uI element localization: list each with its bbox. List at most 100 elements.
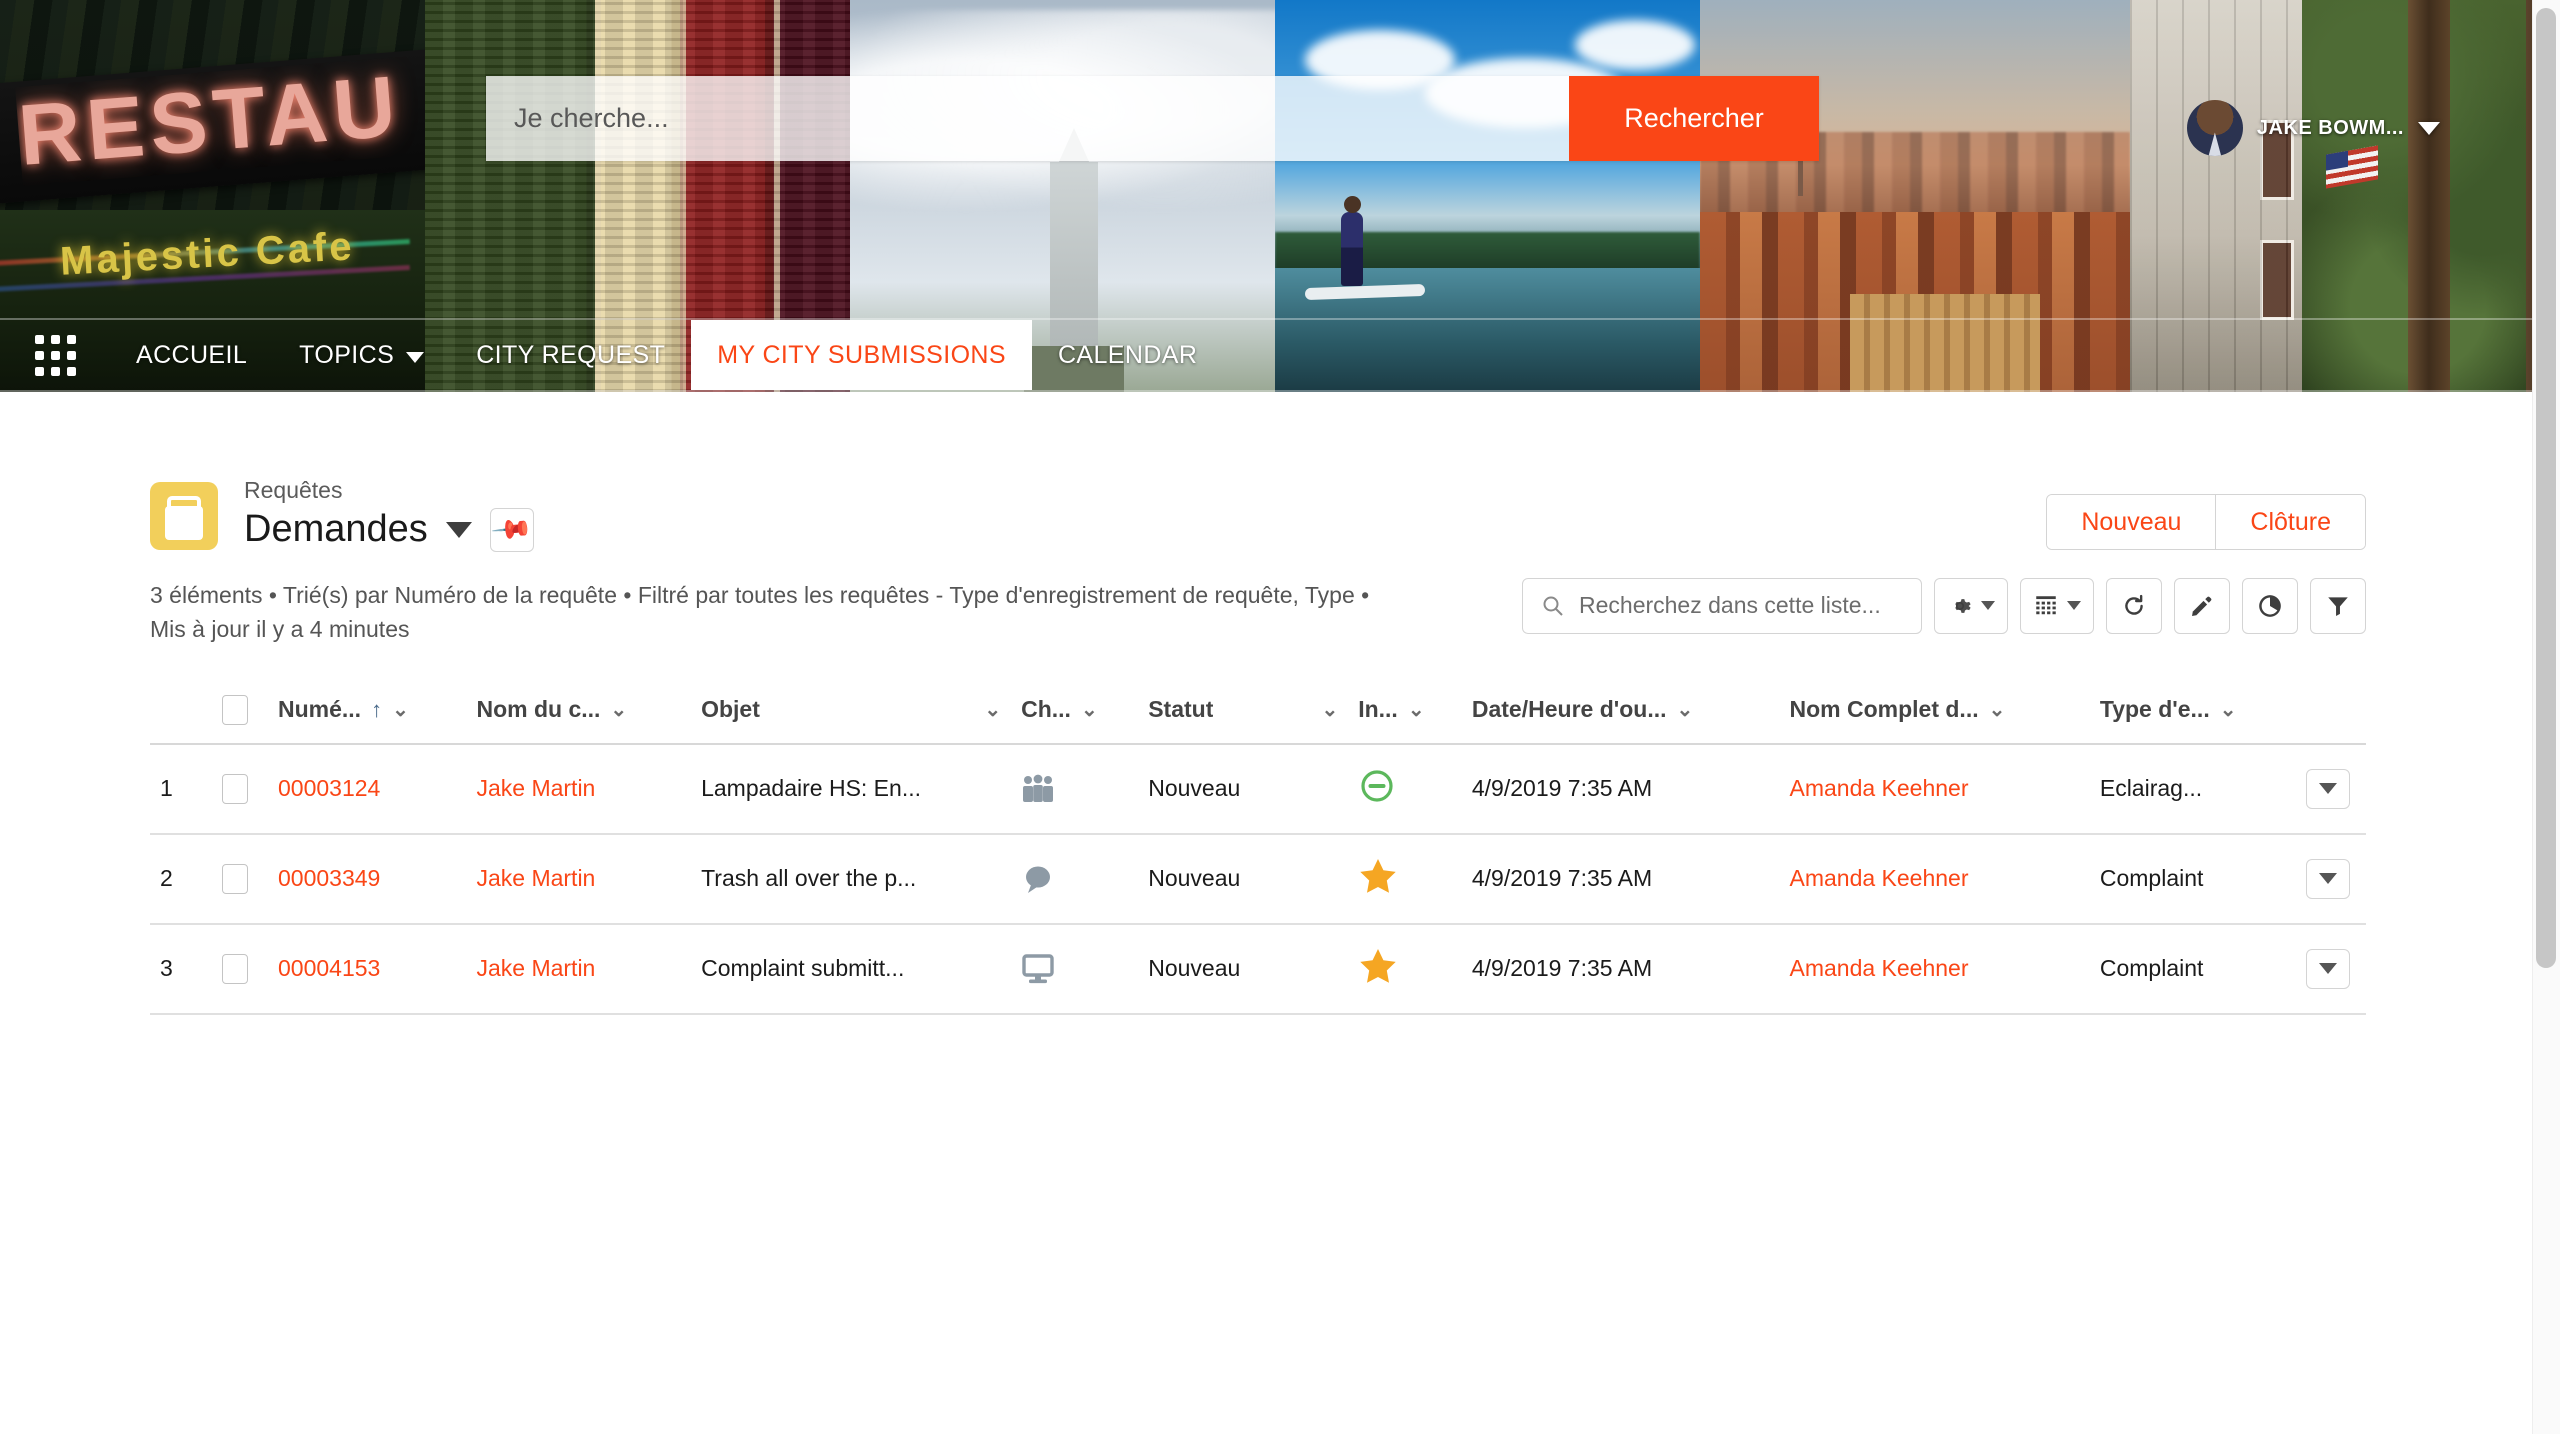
- app-launcher-button[interactable]: [0, 320, 110, 390]
- filter-button[interactable]: [2310, 577, 2366, 634]
- chevron-down-icon[interactable]: ⌄: [984, 697, 1001, 722]
- owner-link[interactable]: Amanda Keehner: [1789, 955, 1968, 981]
- chevron-down-icon: [2319, 963, 2337, 975]
- cell-channel: [1011, 743, 1139, 835]
- col-subject: Objet ⌄: [691, 676, 1012, 745]
- col-label: Date/Heure d'ou...: [1471, 696, 1667, 723]
- list-search-input[interactable]: Recherchez dans cette liste...: [1522, 577, 1922, 634]
- col-label: Numé...: [278, 696, 362, 723]
- nav-item-topics[interactable]: TOPICS: [273, 320, 450, 390]
- owner-link[interactable]: Amanda Keehner: [1789, 865, 1968, 891]
- table-row[interactable]: 2 00003349 Jake Martin Trash all over th…: [150, 833, 2366, 925]
- col-record-type: Type d'e... ⌄: [2089, 676, 2296, 745]
- charts-button[interactable]: [2242, 577, 2298, 634]
- row-select-cell: [212, 743, 268, 835]
- case-number-link[interactable]: 00003349: [278, 865, 380, 891]
- list-search-placeholder: Recherchez dans cette liste...: [1579, 592, 1881, 619]
- cell-subject: Complaint submitt...: [691, 923, 1012, 1015]
- case-number-link[interactable]: 00004153: [278, 955, 380, 981]
- sort-ascending-icon[interactable]: ↑: [371, 697, 382, 723]
- contact-link[interactable]: Jake Martin: [476, 955, 595, 981]
- global-search-button[interactable]: Rechercher: [1569, 76, 1819, 161]
- col-label: In...: [1358, 696, 1398, 723]
- list-settings-button[interactable]: [1934, 577, 2008, 634]
- listview-actions: Nouveau Clôture: [2046, 494, 2366, 550]
- row-checkbox[interactable]: [222, 773, 248, 804]
- nav-item-accueil[interactable]: ACCUEIL: [110, 320, 273, 390]
- nav-label: TOPICS: [299, 340, 395, 369]
- row-actions-button[interactable]: [2306, 858, 2350, 899]
- table-row[interactable]: 1 00003124 Jake Martin Lampadaire HS: En…: [150, 743, 2366, 835]
- nav-item-calendar[interactable]: CALENDAR: [1032, 320, 1223, 390]
- contact-link[interactable]: Jake Martin: [476, 865, 595, 891]
- cloud-3: [1575, 20, 1695, 70]
- listview-titles: Requêtes Demandes 📌: [244, 476, 2046, 552]
- contact-link[interactable]: Jake Martin: [476, 775, 595, 801]
- chevron-down-icon[interactable]: ⌄: [1321, 697, 1338, 722]
- chevron-down-icon[interactable]: ⌄: [2220, 697, 2237, 722]
- col-select-all: [212, 676, 268, 745]
- row-actions-button[interactable]: [2306, 768, 2350, 809]
- cell-owner: Amanda Keehner: [1779, 743, 2090, 835]
- listview-header: Requêtes Demandes 📌 Nouveau Clôture: [150, 392, 2366, 552]
- chevron-down-icon[interactable]: ⌄: [1081, 697, 1098, 722]
- cell-date-opened: 4/9/2019 7:35 AM: [1461, 833, 1780, 925]
- edit-button[interactable]: [2174, 577, 2230, 634]
- table-header: Numé... ↑ ⌄ Nom du c... ⌄ Objet ⌄ Ch... …: [150, 676, 2366, 745]
- select-all-checkbox[interactable]: [222, 694, 248, 725]
- user-menu[interactable]: JAKE BOWM...: [2186, 100, 2440, 156]
- cell-case-number: 00003349: [268, 833, 467, 925]
- nav-item-my-city-submissions[interactable]: MY CITY SUBMISSIONS: [691, 320, 1032, 390]
- row-actions-button[interactable]: [2306, 948, 2350, 989]
- star-orange-icon: [1360, 858, 1396, 893]
- nav-label: MY CITY SUBMISSIONS: [717, 340, 1006, 369]
- cell-date-opened: 4/9/2019 7:35 AM: [1461, 743, 1780, 835]
- gear-icon: [1955, 598, 1971, 613]
- col-label: Nom Complet d...: [1789, 696, 1979, 723]
- nav-label: CITY REQUEST: [476, 340, 666, 369]
- scrollbar-thumb[interactable]: [2536, 8, 2556, 968]
- table-body: 1 00003124 Jake Martin Lampadaire HS: En…: [150, 743, 2366, 1015]
- chevron-down-icon[interactable]: ⌄: [610, 697, 627, 722]
- chevron-down-icon[interactable]: ⌄: [1677, 697, 1694, 722]
- user-name-label: JAKE BOWM...: [2256, 116, 2404, 139]
- chat-bubble-icon: [1026, 866, 1051, 893]
- nav-item-city-request[interactable]: CITY REQUEST: [450, 320, 691, 390]
- cell-case-number: 00003124: [268, 743, 467, 835]
- chevron-down-icon[interactable]: [445, 521, 472, 538]
- cell-status: Nouveau: [1138, 833, 1349, 925]
- chevron-down-icon[interactable]: ⌄: [1989, 697, 2006, 722]
- chevron-down-icon[interactable]: [2418, 121, 2440, 135]
- row-checkbox[interactable]: [222, 863, 248, 894]
- cell-subject: Lampadaire HS: En...: [691, 743, 1012, 835]
- row-number: 2: [150, 833, 212, 925]
- table-row[interactable]: 3 00004153 Jake Martin Complaint submitt…: [150, 923, 2366, 1015]
- col-priority: In... ⌄: [1348, 676, 1462, 745]
- refresh-button[interactable]: [2106, 577, 2162, 634]
- close-button[interactable]: Clôture: [2215, 495, 2365, 549]
- chevron-down-icon: [2067, 601, 2081, 611]
- people-group-icon: [1023, 774, 1054, 802]
- global-search: Je cherche... Rechercher: [486, 76, 1819, 161]
- owner-link[interactable]: Amanda Keehner: [1789, 775, 1968, 801]
- chevron-down-icon[interactable]: ⌄: [392, 697, 409, 722]
- main-content: Requêtes Demandes 📌 Nouveau Clôture 3 él…: [0, 392, 2516, 1015]
- chevron-down-icon[interactable]: ⌄: [1408, 697, 1425, 722]
- list-view-grid-icon: [2036, 596, 2056, 615]
- chart-pie-icon: [2259, 595, 2281, 617]
- table-header-row: Numé... ↑ ⌄ Nom du c... ⌄ Objet ⌄ Ch... …: [150, 676, 2366, 745]
- cell-status: Nouveau: [1138, 743, 1349, 835]
- app-launcher-icon: [34, 334, 76, 376]
- row-checkbox[interactable]: [222, 953, 248, 984]
- case-number-link[interactable]: 00003124: [278, 775, 380, 801]
- page-scrollbar[interactable]: [2532, 0, 2560, 1434]
- pin-listview-button[interactable]: 📌: [489, 508, 534, 552]
- display-as-button[interactable]: [2020, 577, 2094, 634]
- col-row-actions: [2296, 676, 2366, 745]
- row-number: 3: [150, 923, 212, 1015]
- cell-record-type: Complaint: [2089, 923, 2296, 1015]
- new-button[interactable]: Nouveau: [2047, 495, 2216, 549]
- page-title: Demandes: [244, 508, 428, 551]
- cell-row-actions: [2296, 923, 2366, 1015]
- global-search-input[interactable]: Je cherche...: [486, 76, 1569, 161]
